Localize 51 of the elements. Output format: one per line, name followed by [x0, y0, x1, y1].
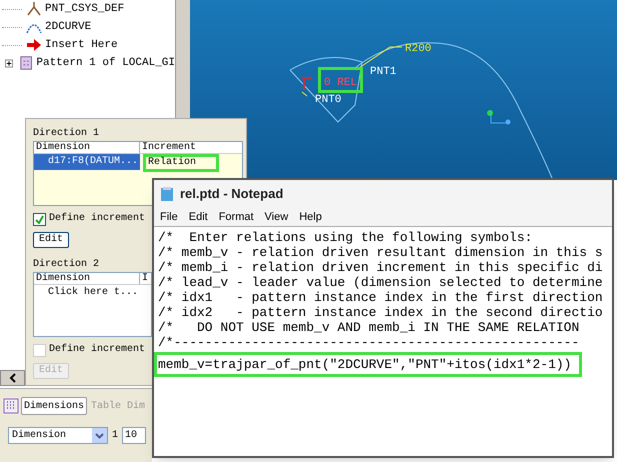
arrow-right-icon	[26, 37, 42, 53]
coordinate-system-icon	[487, 110, 510, 124]
chevron-left-icon	[8, 373, 16, 383]
dimension-label: R200	[405, 43, 432, 55]
code-line: /* Enter relations using the following symbols:	[158, 230, 532, 245]
expand-icon[interactable]	[5, 58, 14, 68]
column-header[interactable]: Dimension	[34, 273, 140, 284]
tree-item[interactable]: Pattern 1 of LOCAL_GI	[36, 54, 175, 72]
code-line: /* idx1 - pattern instance index in the first direction	[158, 290, 603, 305]
section-title: Direction 2	[33, 258, 100, 272]
checkbox-label: Define increment	[49, 213, 146, 225]
count-field[interactable]: 10	[122, 427, 146, 444]
menu-item[interactable]: Edit	[188, 208, 208, 226]
point-label: PNT0	[315, 94, 342, 106]
csys-icon	[26, 1, 42, 17]
section-title: Direction 1	[33, 127, 100, 141]
code-line: memb_v=trajpar_of_pnt("2DCURVE","PNT"+itos(idx1*2-1))	[158, 357, 572, 372]
code-line: /* idx2 - pattern instance index in the second directio	[158, 305, 603, 320]
scrollbar[interactable]	[0, 370, 25, 386]
pattern-icon	[19, 55, 34, 71]
code-line: /* memb_i - relation driven increment in this specific di	[158, 260, 603, 275]
code-line: /* lead_v - leader value (dimension selected to determine	[158, 275, 603, 290]
table-cell[interactable]: d17:F8(DATUM...	[34, 154, 140, 170]
relation-label: 0 REL	[324, 77, 358, 89]
grid-icon	[3, 398, 19, 414]
menu-item[interactable]: File	[160, 208, 178, 226]
menu-item[interactable]: Help	[299, 208, 322, 226]
code-line: /* memb_v - relation driven resultant dimension in this s	[158, 245, 603, 260]
point-label: PNT1	[370, 66, 396, 78]
edit-button[interactable]: Edit	[33, 232, 70, 248]
column-header[interactable]: I	[140, 273, 151, 284]
code-line: /* DO NOT USE memb_v AND memb_i IN THE SAME RELATION	[158, 320, 580, 335]
code-line: /*----------------------------------------------------	[158, 335, 580, 350]
tree-item[interactable]: Insert Here	[45, 36, 118, 54]
highlight-frame	[318, 67, 363, 93]
dimension-marker-drawing	[301, 77, 313, 96]
tree-item[interactable]: PNT_CSYS_DEF	[45, 0, 124, 18]
tree-item[interactable]: 2DCURVE	[45, 18, 92, 36]
checkmark-icon	[35, 214, 44, 224]
menu-item[interactable]: View	[264, 208, 288, 226]
chevron-down-icon	[92, 428, 107, 443]
checkbox[interactable]	[33, 212, 46, 226]
count-label: 1	[112, 429, 118, 443]
tab[interactable]: Dimensions	[21, 397, 88, 415]
dimension-dropdown[interactable]: Dimension	[8, 427, 108, 444]
table-cell[interactable]: Click here t...	[34, 285, 140, 301]
menu-item[interactable]: Format	[218, 208, 254, 226]
checkbox-label: Define increment	[49, 344, 146, 356]
window-title: rel.ptd - Notepad	[180, 185, 284, 204]
column-header[interactable]: Dimension	[34, 142, 140, 153]
notepad-icon	[160, 186, 174, 202]
